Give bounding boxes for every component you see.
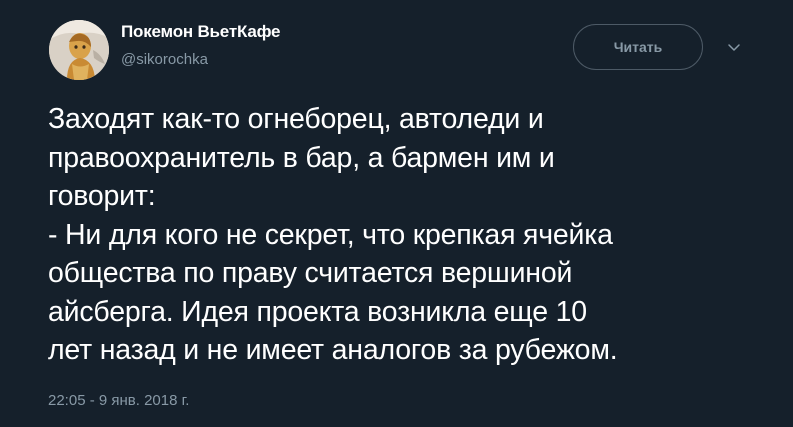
timestamp[interactable]: 22:05 - 9 янв. 2018 г. [48, 392, 189, 409]
tweet-text: Заходят как-то огнеборец, автоледи и пра… [48, 103, 618, 366]
tweet-card: Покемон ВьетКафе @sikorochka Читать Захо… [0, 0, 793, 427]
chevron-down-icon[interactable] [724, 38, 744, 58]
avatar-image [49, 20, 109, 80]
avatar[interactable] [49, 20, 109, 80]
username[interactable]: @sikorochka [121, 51, 208, 68]
follow-button[interactable]: Читать [573, 24, 703, 70]
display-name[interactable]: Покемон ВьетКафе [121, 22, 280, 42]
